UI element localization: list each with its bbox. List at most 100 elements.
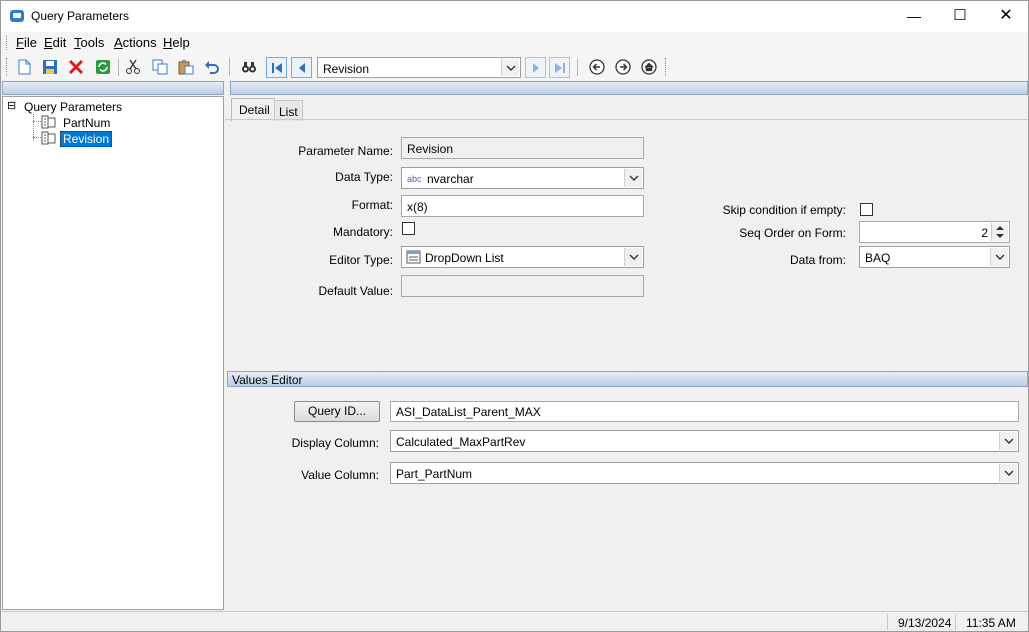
spin-down-icon[interactable] <box>991 232 1008 241</box>
parameter-icon <box>41 131 57 148</box>
chevron-down-icon[interactable] <box>999 464 1017 482</box>
data-from-combo[interactable]: BAQ <box>859 246 1010 268</box>
tab-list-label: List <box>279 105 298 119</box>
toolbar: Revision <box>1 53 1028 80</box>
parameter-tree: ⊟ Query Parameters PartNum Revision <box>2 96 224 610</box>
toolbar-separator <box>229 58 230 76</box>
window-title: Query Parameters <box>31 9 130 23</box>
data-type-label: Data Type: <box>335 170 393 184</box>
menu-file[interactable]: File <box>16 35 37 50</box>
abc-type-icon: abc <box>407 174 422 184</box>
query-id-value: ASI_DataList_Parent_MAX <box>396 405 541 419</box>
first-record-icon[interactable] <box>266 57 287 78</box>
seq-order-value: 2 <box>981 226 988 240</box>
paste-icon[interactable] <box>176 57 196 77</box>
seq-order-label: Seq Order on Form: <box>739 226 846 240</box>
values-editor-title: Values Editor <box>232 373 303 387</box>
display-column-label: Display Column: <box>291 436 379 450</box>
data-from-label: Data from: <box>789 253 846 267</box>
dropdown-list-icon <box>406 250 421 267</box>
menu-grip <box>6 35 10 50</box>
back-icon[interactable] <box>587 57 607 77</box>
data-type-combo[interactable]: abc nvarchar <box>401 167 644 189</box>
minimize-button[interactable]: — <box>891 1 937 32</box>
query-id-button[interactable]: Query ID... <box>294 401 380 422</box>
tab-detail-label: Detail <box>239 103 270 117</box>
home-icon[interactable] <box>639 57 659 77</box>
save-icon[interactable] <box>40 57 60 77</box>
display-column-combo[interactable]: Calculated_MaxPartRev <box>390 430 1019 452</box>
copy-icon[interactable] <box>150 57 170 77</box>
menu-help[interactable]: Help <box>163 35 190 50</box>
query-id-field[interactable]: ASI_DataList_Parent_MAX <box>390 401 1019 422</box>
chevron-down-icon[interactable] <box>990 248 1008 266</box>
tab-detail[interactable]: Detail <box>231 98 275 121</box>
query-parameters-window: Query Parameters — ☐ ✕ File Edit Tools A… <box>0 0 1029 632</box>
skip-condition-label: Skip condition if empty: <box>722 203 846 217</box>
refresh-icon[interactable] <box>93 57 113 77</box>
format-value: x(8) <box>407 200 428 214</box>
undo-icon[interactable] <box>202 57 222 77</box>
toolbar-separator <box>577 58 578 76</box>
display-column-value: Calculated_MaxPartRev <box>396 435 526 449</box>
default-value-label: Default Value: <box>318 284 394 298</box>
format-field[interactable]: x(8) <box>401 195 644 217</box>
menu-actions[interactable]: Actions <box>114 35 157 50</box>
new-icon[interactable] <box>14 57 34 77</box>
tree-root-node[interactable]: Query Parameters <box>22 100 124 114</box>
menu-tools[interactable]: Tools <box>74 35 104 50</box>
skip-condition-checkbox[interactable] <box>860 203 873 216</box>
tree-panel-header <box>2 81 224 95</box>
value-column-combo[interactable]: Part_PartNum <box>390 462 1019 484</box>
value-column-value: Part_PartNum <box>396 467 473 481</box>
tree-collapse-toggle[interactable]: ⊟ <box>7 99 16 113</box>
mandatory-checkbox[interactable] <box>402 222 415 235</box>
tree-node-partnum[interactable]: PartNum <box>61 116 112 130</box>
delete-icon[interactable] <box>66 57 86 77</box>
title-bar: Query Parameters — ☐ ✕ <box>1 1 1028 32</box>
find-icon[interactable] <box>239 57 259 77</box>
tab-divider <box>225 119 1028 120</box>
last-record-icon[interactable] <box>549 57 570 78</box>
previous-record-icon[interactable] <box>291 57 312 78</box>
data-from-value: BAQ <box>865 251 891 265</box>
detail-panel-header <box>230 81 1028 95</box>
format-label: Format: <box>351 198 393 212</box>
editor-type-label: Editor Type: <box>329 253 393 267</box>
chevron-down-icon[interactable] <box>624 169 642 187</box>
toolbar-grip <box>6 58 10 76</box>
tree-node-revision[interactable]: Revision <box>60 131 113 147</box>
data-type-value: nvarchar <box>427 172 474 186</box>
cut-icon[interactable] <box>123 57 143 77</box>
tab-list[interactable]: List <box>274 100 303 121</box>
chevron-down-icon[interactable] <box>501 59 519 76</box>
status-date: 9/13/2024 <box>887 614 958 630</box>
close-button[interactable]: ✕ <box>983 1 1028 32</box>
menu-bar: File Edit Tools Actions Help <box>1 32 1028 53</box>
parameter-name-field[interactable]: Revision <box>401 137 644 159</box>
maximize-button[interactable]: ☐ <box>937 1 983 32</box>
seq-order-spinner[interactable]: 2 <box>859 221 1010 243</box>
parameter-name-label: Parameter Name: <box>298 144 393 158</box>
values-editor-header: Values Editor <box>227 371 1028 387</box>
chevron-down-icon[interactable] <box>999 432 1017 450</box>
app-icon <box>10 10 24 22</box>
default-value-field[interactable] <box>401 275 644 297</box>
spin-up-icon[interactable] <box>991 223 1008 232</box>
chevron-down-icon[interactable] <box>624 248 642 266</box>
editor-type-combo[interactable]: DropDown List <box>401 246 644 268</box>
toolbar-separator <box>118 58 119 76</box>
next-record-icon[interactable] <box>525 57 546 78</box>
parameter-name-value: Revision <box>407 142 454 156</box>
parameter-icon <box>41 115 57 132</box>
tree-line <box>33 137 41 138</box>
forward-icon[interactable] <box>613 57 633 77</box>
menu-edit[interactable]: Edit <box>44 35 66 50</box>
editor-type-value: DropDown List <box>425 251 504 265</box>
tree-line <box>33 121 41 122</box>
toolbar-grip <box>665 58 669 76</box>
record-navigator-combo[interactable]: Revision <box>317 57 521 78</box>
status-bar: 9/13/2024 11:35 AM <box>1 611 1028 631</box>
mandatory-label: Mandatory: <box>332 225 393 239</box>
status-time: 11:35 AM <box>955 614 1026 630</box>
